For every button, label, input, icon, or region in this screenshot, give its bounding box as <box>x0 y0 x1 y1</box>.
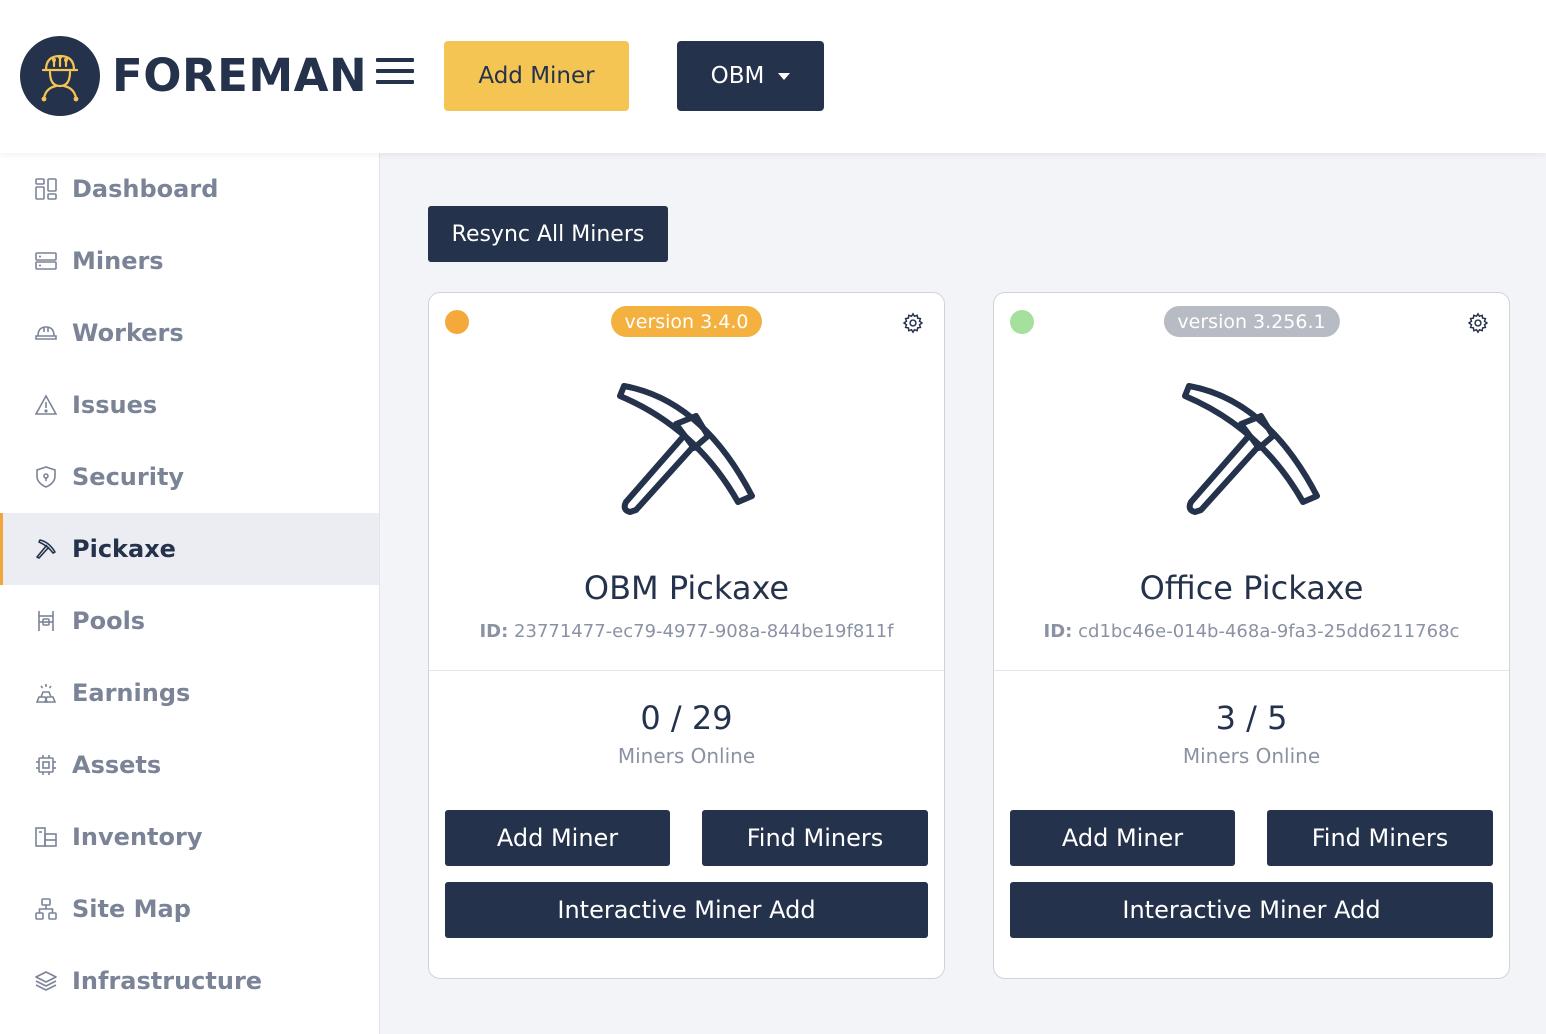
version-badge: version 3.4.0 <box>610 306 763 337</box>
gear-icon[interactable] <box>902 312 924 334</box>
sidebar-item-label: Inventory <box>72 823 203 851</box>
resync-all-miners-button[interactable]: Resync All Miners <box>428 206 668 262</box>
sidebar-item-dashboard[interactable]: Dashboard <box>0 153 379 225</box>
divider <box>429 670 944 671</box>
sidebar-item-infrastructure[interactable]: Infrastructure <box>0 945 379 1017</box>
sidebar-item-label: Pickaxe <box>72 535 176 563</box>
sidebar-item-label: Earnings <box>72 679 191 707</box>
pickaxe-id: ID: cd1bc46e-014b-468a-9fa3-25dd6211768c <box>994 621 1509 642</box>
miners-online-label: Miners Online <box>617 744 756 768</box>
status-indicator <box>1010 310 1034 334</box>
warning-triangle-icon <box>34 393 58 417</box>
chip-icon <box>34 753 58 777</box>
sidebar-item-miners[interactable]: Miners <box>0 225 379 297</box>
version-badge: version 3.256.1 <box>1163 306 1340 337</box>
divider <box>994 670 1509 671</box>
gear-icon[interactable] <box>1467 312 1489 334</box>
sitemap-icon <box>34 897 58 921</box>
foreman-logo-icon[interactable] <box>20 36 100 116</box>
server-icon <box>34 249 58 273</box>
sidebar-item-label: Workers <box>72 319 184 347</box>
sidebar-item-assets[interactable]: Assets <box>0 729 379 801</box>
add-miner-button[interactable]: Add Miner <box>1010 810 1235 866</box>
gold-bars-icon <box>34 681 58 705</box>
header-add-miner-button[interactable]: Add Miner <box>444 41 629 111</box>
pickaxe-icon <box>1181 383 1320 515</box>
dashboard-icon <box>34 177 58 201</box>
sidebar-item-label: Assets <box>72 751 162 779</box>
sidebar-item-label: Miners <box>72 247 164 275</box>
sidebar-item-pickaxe[interactable]: Pickaxe <box>0 513 379 585</box>
pickaxe-id: ID: 23771477-ec79-4977-908a-844be19f811f <box>429 621 944 642</box>
sidebar-item-workers[interactable]: Workers <box>0 297 379 369</box>
id-value: 23771477-ec79-4977-908a-844be19f811f <box>514 621 894 642</box>
org-selector-dropdown[interactable]: OBM <box>677 41 824 111</box>
id-label: ID: <box>479 621 509 642</box>
logo-text: FOREMAN <box>112 49 368 102</box>
sidebar-item-label: Security <box>72 463 185 491</box>
interactive-miner-add-button[interactable]: Interactive Miner Add <box>445 882 928 938</box>
status-indicator <box>445 310 469 334</box>
sidebar-item-label: Dashboard <box>72 175 219 203</box>
id-label: ID: <box>1043 621 1073 642</box>
sidebar-item-label: Site Map <box>72 895 191 923</box>
sidebar-item-inventory[interactable]: Inventory <box>0 801 379 873</box>
sidebar-item-issues[interactable]: Issues <box>0 369 379 441</box>
shield-icon <box>34 465 58 489</box>
pickaxe-title: Office Pickaxe <box>1139 569 1364 607</box>
sidebar-item-label: Issues <box>72 391 158 419</box>
pickaxe-card: version 3.256.1 Office Pickaxe ID: cd1bc… <box>993 292 1510 979</box>
miners-online-count: 0 / 29 <box>640 699 733 737</box>
layers-icon <box>34 969 58 993</box>
pickaxe-icon <box>34 537 58 561</box>
find-miners-button[interactable]: Find Miners <box>1267 810 1493 866</box>
id-value: cd1bc46e-014b-468a-9fa3-25dd6211768c <box>1078 621 1460 642</box>
miners-online-label: Miners Online <box>1182 744 1321 768</box>
sidebar-item-pools[interactable]: Pools <box>0 585 379 657</box>
hard-hat-icon <box>34 321 58 345</box>
sidebar-item-site-map[interactable]: Site Map <box>0 873 379 945</box>
interactive-miner-add-button[interactable]: Interactive Miner Add <box>1010 882 1493 938</box>
org-selector-label: OBM <box>710 63 765 89</box>
pickaxe-icon <box>616 383 755 515</box>
sidebar-item-label: Pools <box>72 607 146 635</box>
pickaxe-card: version 3.4.0 OBM Pickaxe ID: 23771477-e… <box>428 292 945 979</box>
caret-down-icon <box>778 72 791 80</box>
sidebar: Dashboard Miners Workers Issues Security… <box>0 153 380 1034</box>
add-miner-button[interactable]: Add Miner <box>445 810 670 866</box>
sidebar-item-label: Infrastructure <box>72 967 263 995</box>
sidebar-item-earnings[interactable]: Earnings <box>0 657 379 729</box>
hamburger-menu-icon[interactable] <box>376 58 416 90</box>
pickaxe-title: OBM Pickaxe <box>583 569 790 607</box>
boxes-icon <box>34 825 58 849</box>
find-miners-button[interactable]: Find Miners <box>702 810 928 866</box>
miners-online-count: 3 / 5 <box>1215 699 1288 737</box>
sidebar-item-security[interactable]: Security <box>0 441 379 513</box>
top-header: FOREMAN Add Miner OBM <box>0 0 1546 153</box>
pools-icon <box>34 609 58 633</box>
